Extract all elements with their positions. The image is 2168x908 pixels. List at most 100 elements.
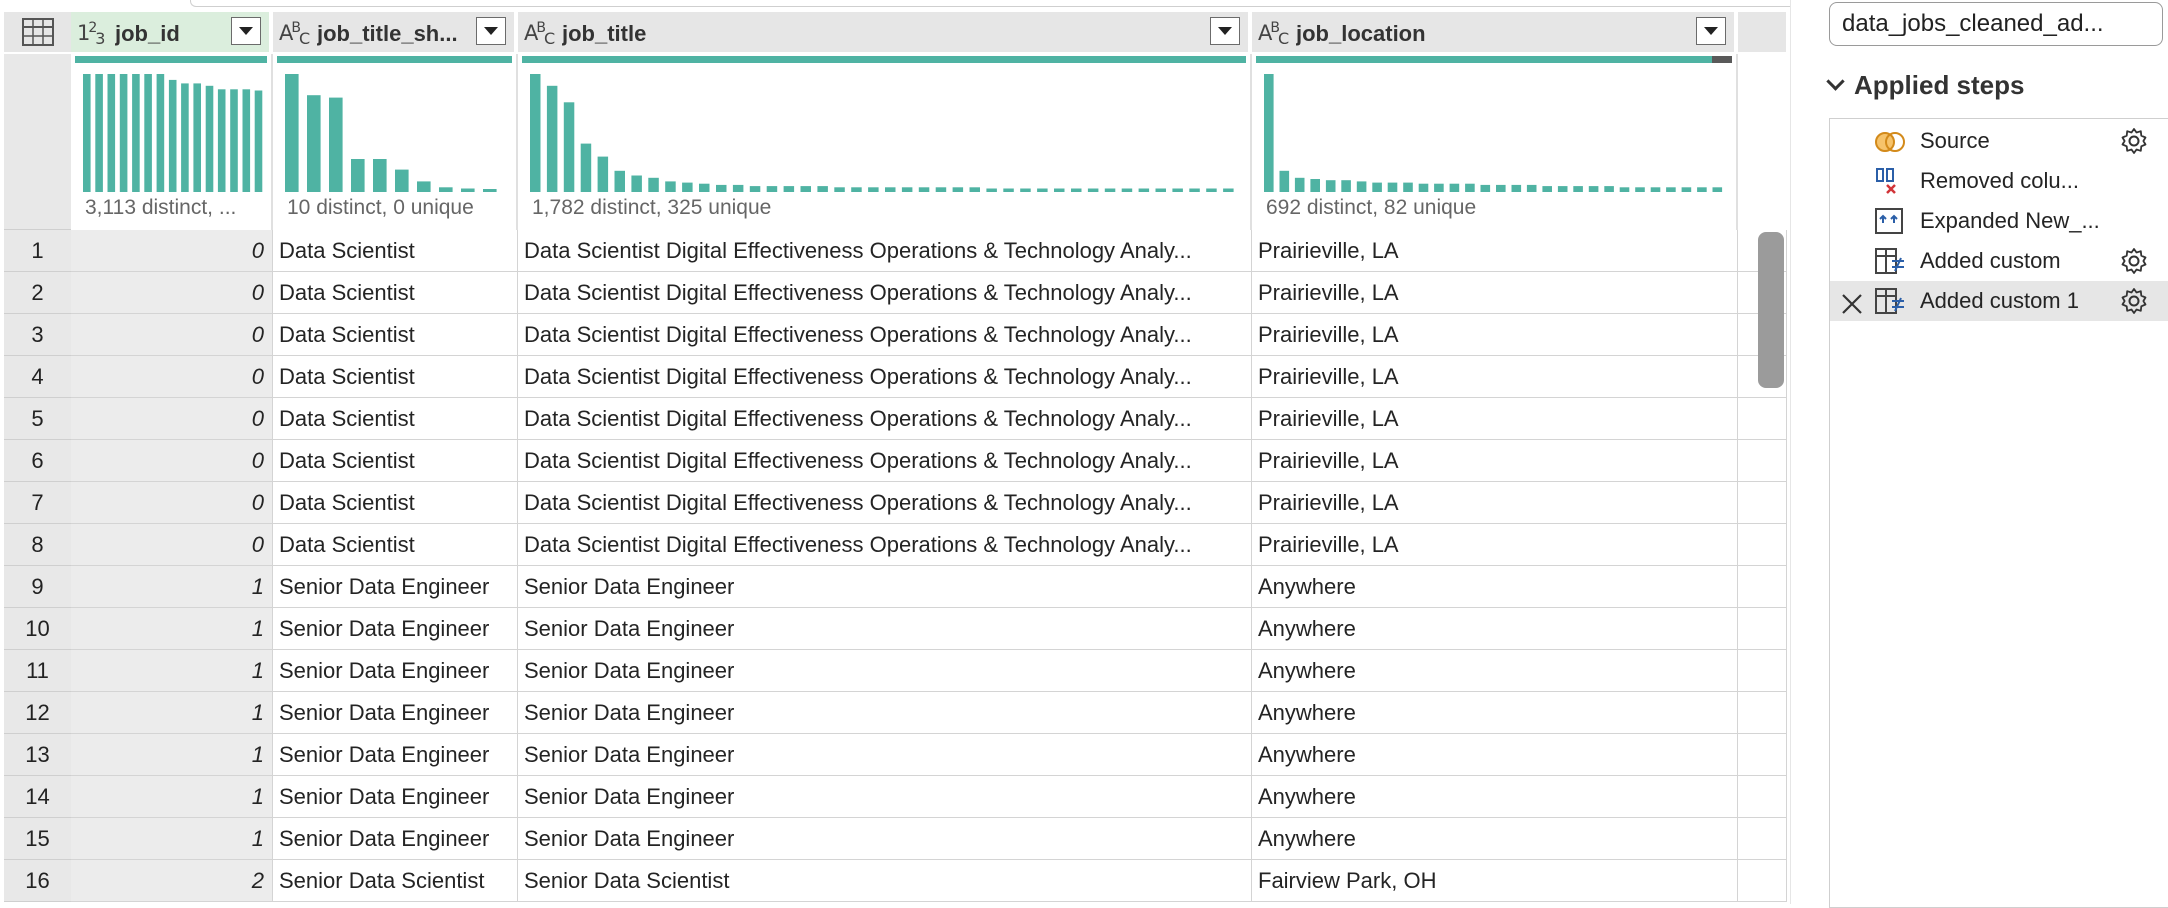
cell-title[interactable]: Data Scientist Digital Effectiveness Ope… xyxy=(518,398,1252,439)
cell-job_id[interactable]: 0 xyxy=(71,356,273,397)
table-menu-button[interactable] xyxy=(4,12,71,52)
cell-short[interactable]: Senior Data Engineer xyxy=(273,650,518,691)
histogram-bar[interactable] xyxy=(1087,188,1099,193)
cell-title[interactable]: Senior Data Engineer xyxy=(518,776,1252,817)
cell-job_id[interactable]: 0 xyxy=(71,524,273,565)
histogram-bar[interactable] xyxy=(918,187,930,192)
cell-short[interactable]: Senior Data Engineer xyxy=(273,566,518,607)
histogram-bar[interactable] xyxy=(868,187,879,192)
histogram-bar[interactable] xyxy=(132,74,140,192)
histogram-bar[interactable] xyxy=(285,74,299,192)
histogram-bar[interactable] xyxy=(1387,182,1398,192)
histogram-bar[interactable] xyxy=(181,83,189,192)
histogram-bar[interactable] xyxy=(1418,183,1429,192)
histogram-bar[interactable] xyxy=(1526,184,1537,192)
histogram-bar[interactable] xyxy=(1003,188,1014,193)
histogram-bar[interactable] xyxy=(986,188,997,193)
histogram-bar[interactable] xyxy=(193,83,201,192)
histogram-bar[interactable] xyxy=(217,89,226,192)
histogram-bar[interactable] xyxy=(631,175,642,193)
row-number[interactable]: 9 xyxy=(4,566,71,608)
cell-job_id[interactable]: 1 xyxy=(71,818,273,859)
cell-loc[interactable]: Prairieville, LA xyxy=(1252,398,1738,439)
row-number[interactable]: 15 xyxy=(4,818,71,860)
histogram-bar[interactable] xyxy=(935,187,947,192)
histogram-bar[interactable] xyxy=(1681,187,1692,192)
histogram-bar[interactable] xyxy=(716,184,727,192)
row-number[interactable]: 1 xyxy=(4,230,71,272)
histogram-bar[interactable] xyxy=(483,189,497,192)
delete-step-icon[interactable] xyxy=(1840,289,1864,329)
histogram-bar[interactable] xyxy=(580,143,592,192)
cell-job_id[interactable]: 0 xyxy=(71,440,273,481)
histogram-bar[interactable] xyxy=(817,186,828,192)
cell-job_id[interactable]: 1 xyxy=(71,692,273,733)
histogram-bar[interactable] xyxy=(1697,187,1707,192)
cell-short[interactable]: Data Scientist xyxy=(273,440,518,481)
row-number[interactable]: 7 xyxy=(4,482,71,524)
histogram-bar[interactable] xyxy=(732,184,744,192)
histogram-bar[interactable] xyxy=(665,181,676,192)
cell-short[interactable]: Senior Data Engineer xyxy=(273,776,518,817)
cell-title[interactable]: Senior Data Engineer xyxy=(518,566,1252,607)
cell-job_id[interactable]: 1 xyxy=(71,608,273,649)
applied-step-expanded-new[interactable]: Expanded New_... xyxy=(1830,201,2168,241)
histogram-bar[interactable] xyxy=(1666,187,1676,192)
histogram-bar[interactable] xyxy=(1372,182,1382,192)
histogram-bar[interactable] xyxy=(1121,188,1133,193)
cell-loc[interactable]: Anywhere xyxy=(1252,692,1738,733)
applied-steps-toggle[interactable]: Applied steps xyxy=(1826,70,2024,101)
histogram-bar[interactable] xyxy=(749,186,761,192)
histogram-bar[interactable] xyxy=(1712,187,1723,192)
row-number[interactable]: 8 xyxy=(4,524,71,566)
column-header-job-location[interactable]: ABC job_location xyxy=(1252,12,1736,52)
cell-job_id[interactable]: 1 xyxy=(71,776,273,817)
histogram-bar[interactable] xyxy=(329,97,343,192)
histogram-bar[interactable] xyxy=(1619,187,1630,192)
histogram-bar[interactable] xyxy=(1480,184,1491,192)
histogram-bar[interactable] xyxy=(254,90,263,193)
cell-job_id[interactable]: 0 xyxy=(71,230,273,271)
column-header-job-title-short[interactable]: ABC job_title_sh... xyxy=(273,12,516,52)
column-filter-dropdown[interactable] xyxy=(476,17,506,45)
histogram-bar[interactable] xyxy=(1356,181,1367,192)
cell-loc[interactable]: Anywhere xyxy=(1252,734,1738,775)
histogram-bar[interactable] xyxy=(205,85,214,192)
histogram-bar[interactable] xyxy=(439,187,453,192)
cell-title[interactable]: Data Scientist Digital Effectiveness Ope… xyxy=(518,230,1252,271)
cell-loc[interactable]: Anywhere xyxy=(1252,566,1738,607)
cell-job_id[interactable]: 1 xyxy=(71,650,273,691)
cell-job_id[interactable]: 1 xyxy=(71,734,273,775)
cell-job_id[interactable]: 0 xyxy=(71,398,273,439)
column-header-job-title[interactable]: ABC job_title xyxy=(518,12,1250,52)
row-number[interactable]: 6 xyxy=(4,440,71,482)
histogram-bar[interactable] xyxy=(1588,186,1599,192)
histogram-bar[interactable] xyxy=(1155,188,1167,193)
applied-step-added-custom-1[interactable]: Added custom 1 xyxy=(1830,281,2168,321)
histogram-bar[interactable] xyxy=(107,74,116,192)
row-number[interactable]: 3 xyxy=(4,314,71,356)
cell-loc[interactable]: Prairieville, LA xyxy=(1252,524,1738,565)
row-number[interactable]: 10 xyxy=(4,608,71,650)
histogram-bar[interactable] xyxy=(952,187,964,192)
cell-short[interactable]: Data Scientist xyxy=(273,314,518,355)
histogram-bar[interactable] xyxy=(546,85,558,192)
cell-loc[interactable]: Anywhere xyxy=(1252,818,1738,859)
histogram-bar[interactable] xyxy=(1264,74,1274,192)
row-number[interactable]: 16 xyxy=(4,860,71,902)
cell-title[interactable]: Senior Data Engineer xyxy=(518,608,1252,649)
histogram-bar[interactable] xyxy=(1223,188,1234,193)
histogram-bar[interactable] xyxy=(851,187,862,192)
row-number[interactable]: 11 xyxy=(4,650,71,692)
histogram-bar[interactable] xyxy=(230,89,238,192)
row-number[interactable]: 12 xyxy=(4,692,71,734)
cell-title[interactable]: Senior Data Engineer xyxy=(518,650,1252,691)
histogram-bar[interactable] xyxy=(1403,182,1413,192)
histogram-bar[interactable] xyxy=(1310,179,1320,192)
cell-loc[interactable]: Prairieville, LA xyxy=(1252,314,1738,355)
histogram-bar[interactable] xyxy=(1037,188,1048,193)
column-filter-dropdown[interactable] xyxy=(1696,17,1726,45)
histogram-bar[interactable] xyxy=(1449,183,1460,192)
row-number[interactable]: 14 xyxy=(4,776,71,818)
cell-loc[interactable]: Prairieville, LA xyxy=(1252,230,1738,271)
